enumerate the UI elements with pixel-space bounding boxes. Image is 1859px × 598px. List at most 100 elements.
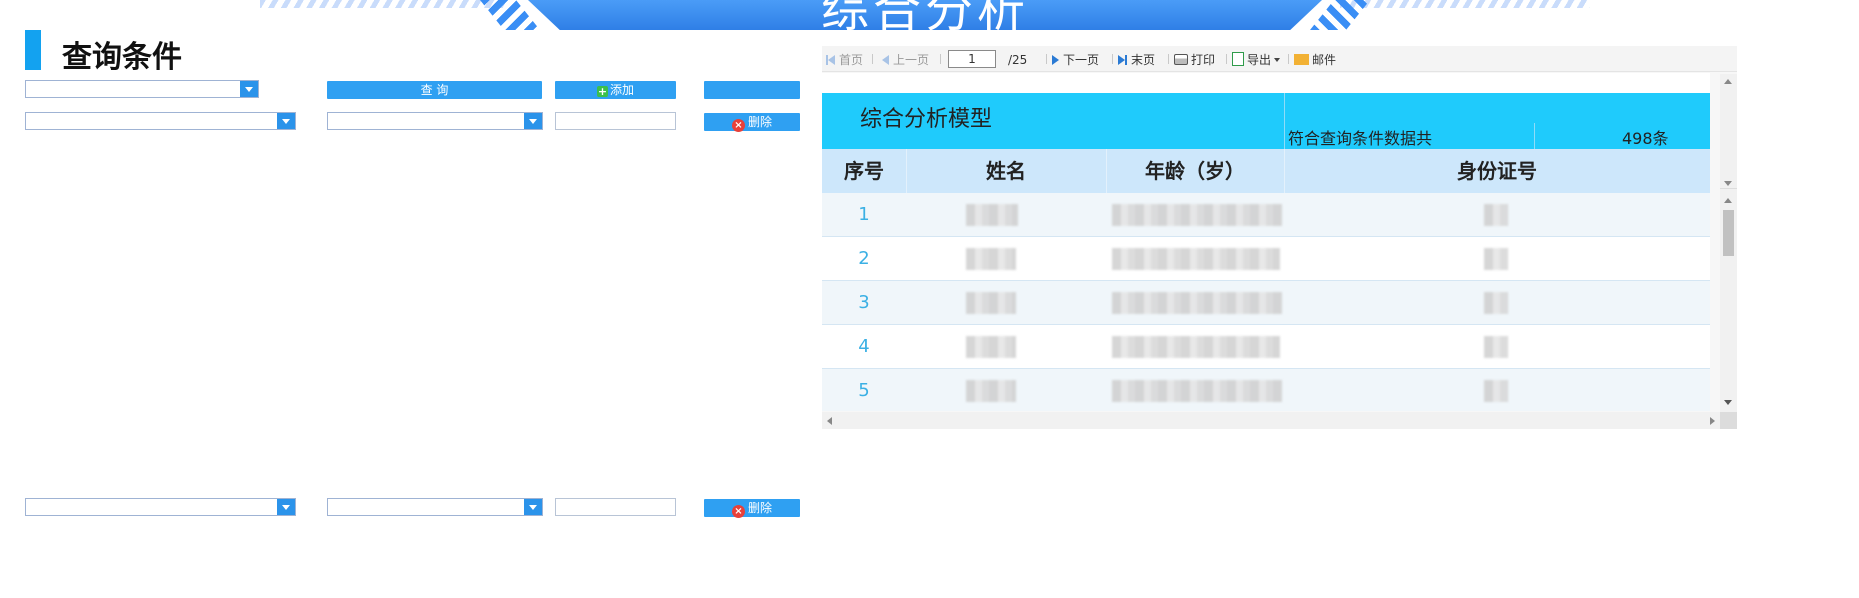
row-seq: 2	[858, 248, 870, 269]
vertical-scroll-thumb[interactable]	[1723, 210, 1734, 256]
export-button[interactable]: 导出	[1232, 52, 1281, 68]
row-seq: 5	[858, 380, 870, 401]
query-button-label: 查 询	[420, 83, 449, 97]
add-icon: +	[596, 85, 608, 98]
chevron-down-icon[interactable]	[524, 113, 542, 129]
chevron-down-icon[interactable]	[524, 499, 542, 515]
table-row[interactable]: 4	[822, 325, 1710, 369]
first-page-button[interactable]: 首页	[826, 52, 863, 68]
scroll-down-icon[interactable]	[1724, 400, 1732, 405]
chevron-down-icon[interactable]	[240, 81, 258, 97]
export-label: 导出	[1247, 53, 1272, 67]
chevron-down-icon[interactable]	[277, 113, 295, 129]
last-page-icon	[1125, 55, 1127, 65]
prev-page-icon	[882, 55, 889, 65]
row-seq: 4	[858, 336, 870, 357]
condition-field-select-1[interactable]	[25, 80, 259, 98]
redacted-id-number	[1484, 248, 1508, 270]
banner-body: 综合分析	[528, 0, 1322, 30]
last-page-label: 末页	[1131, 53, 1156, 67]
banner-stripes-left	[260, 0, 510, 8]
record-count-label: 符合查询条件数据共	[1288, 129, 1433, 148]
redacted-age	[1112, 336, 1280, 358]
add-condition-button[interactable]: + 添加	[555, 81, 676, 99]
next-page-label: 下一页	[1063, 53, 1100, 67]
delete-condition-button-3[interactable]: × 删除	[704, 499, 800, 518]
delete-condition-button-2[interactable]: × 删除	[704, 113, 800, 132]
toolbar-separator	[1226, 54, 1227, 64]
toolbar-separator	[1168, 54, 1169, 64]
record-count-value: 498条	[1622, 129, 1669, 148]
first-page-label: 首页	[839, 53, 864, 67]
table-row[interactable]: 5	[822, 369, 1710, 411]
delete-button-label: 删除	[747, 115, 772, 129]
redacted-age	[1112, 204, 1282, 226]
page-number-input[interactable]: 1	[948, 50, 996, 68]
column-header-age: 年龄（岁）	[1145, 159, 1245, 183]
redacted-id-number	[1484, 204, 1508, 226]
scroll-right-icon[interactable]	[1710, 417, 1715, 425]
banner-stripes-right	[1340, 0, 1590, 8]
row-seq: 3	[858, 292, 870, 313]
delete-icon: ×	[731, 119, 745, 132]
query-button[interactable]: 查 询	[327, 81, 542, 99]
report-sheet: 综合分析模型 符合查询条件数据共 498条 序号 姓名 年龄（岁） 身份证号 1	[822, 73, 1710, 411]
last-page-button[interactable]: 末页	[1118, 52, 1155, 68]
banner-wing-right	[1310, 0, 1370, 30]
banner-title: 综合分析	[820, 0, 1029, 30]
delete-button-label: 删除	[747, 501, 772, 515]
column-header-id-number: 身份证号	[1457, 159, 1537, 183]
scrollbar-corner	[1720, 412, 1737, 429]
scroll-down-icon[interactable]	[1724, 181, 1732, 186]
query-panel-title: 查询条件	[62, 40, 182, 75]
section-accent-bar	[25, 30, 41, 70]
printer-icon	[1174, 54, 1188, 65]
scroll-up-icon[interactable]	[1724, 79, 1732, 84]
toolbar-separator	[1112, 54, 1113, 64]
toolbar-separator	[1288, 54, 1289, 64]
next-page-button[interactable]: 下一页	[1052, 52, 1099, 68]
redacted-name	[966, 204, 1018, 226]
export-icon	[1232, 52, 1244, 66]
table-row[interactable]: 2	[822, 237, 1710, 281]
toolbar-separator	[872, 54, 873, 64]
report-title: 综合分析模型	[860, 107, 993, 132]
add-button-label: 添加	[609, 83, 634, 97]
redacted-name	[966, 336, 1016, 358]
condition-field-select-3[interactable]	[25, 498, 296, 516]
table-row[interactable]: 1	[822, 193, 1710, 237]
toolbar-separator	[940, 54, 941, 64]
chevron-down-icon[interactable]	[277, 499, 295, 515]
redacted-name	[966, 380, 1016, 402]
scroll-up-icon[interactable]	[1724, 198, 1732, 203]
condition-operator-select-2[interactable]	[327, 112, 543, 130]
redacted-age	[1112, 380, 1282, 402]
prev-page-button[interactable]: 上一页	[882, 52, 929, 68]
next-page-icon	[1052, 55, 1059, 65]
redacted-id-number	[1484, 336, 1508, 358]
blank-action-button[interactable]	[704, 81, 800, 99]
toolbar-separator	[1046, 54, 1047, 64]
table-row[interactable]: 3	[822, 281, 1710, 325]
report-toolbar: 首页 上一页 1 /25 下一页 末页 打印 导出 邮件	[822, 46, 1737, 72]
horizontal-scrollbar[interactable]	[822, 412, 1720, 429]
delete-icon: ×	[731, 505, 745, 518]
total-pages: /25	[1008, 53, 1028, 67]
condition-field-select-2[interactable]	[25, 112, 296, 130]
condition-value-input-2[interactable]	[555, 112, 676, 130]
chevron-down-icon	[1274, 58, 1281, 62]
scrollbar-divider	[1720, 188, 1737, 189]
redacted-id-number	[1484, 380, 1508, 402]
column-header-name: 姓名	[986, 159, 1026, 183]
print-label: 打印	[1191, 53, 1216, 67]
condition-operator-select-3[interactable]	[327, 498, 543, 516]
print-button[interactable]: 打印	[1174, 52, 1215, 68]
redacted-name	[966, 248, 1016, 270]
mail-button[interactable]: 邮件	[1294, 52, 1336, 68]
condition-value-input-3[interactable]	[555, 498, 676, 516]
table-header-row: 序号 姓名 年龄（岁） 身份证号	[822, 149, 1710, 193]
redacted-id-number	[1484, 292, 1508, 314]
scroll-left-icon[interactable]	[827, 417, 832, 425]
redacted-name	[966, 292, 1016, 314]
app-root: 综合分析 查询条件 查 询 + 添加 × 删除 × 删除 首页 上一页 1 /25	[0, 0, 1859, 598]
